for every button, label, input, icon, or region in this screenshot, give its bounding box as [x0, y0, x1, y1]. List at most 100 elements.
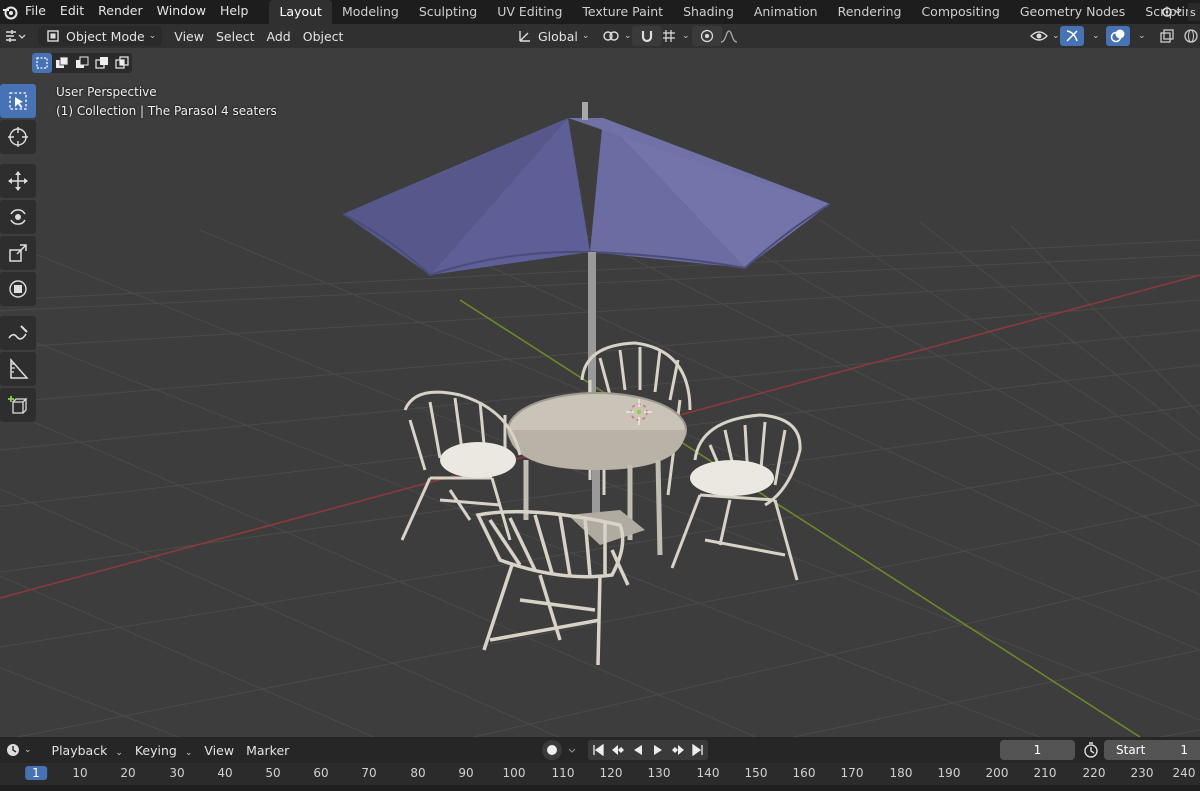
play-icon[interactable] — [648, 740, 668, 760]
prev-keyframe-icon[interactable] — [608, 740, 628, 760]
xray-icon — [1158, 27, 1176, 45]
chevron-down-icon: ⌄ — [148, 31, 157, 41]
ruler-tick: 160 — [792, 766, 816, 780]
cushion-left — [440, 442, 516, 478]
ruler-tick: 140 — [696, 766, 720, 780]
falloff-curve-icon — [720, 27, 738, 45]
menu-edit[interactable]: Edit — [53, 0, 91, 24]
scene-name-icon[interactable]: s — [1188, 3, 1200, 21]
tab-uv-editing[interactable]: UV Editing — [487, 0, 572, 24]
ruler-tick: 220 — [1082, 766, 1106, 780]
chevron-down-icon: ⌄ — [1052, 31, 1060, 41]
chevron-down-icon: ⌄ — [624, 31, 632, 41]
menu-add[interactable]: Add — [261, 26, 297, 46]
transform-icon[interactable] — [0, 272, 36, 306]
overlays-toggle[interactable] — [1106, 26, 1130, 46]
menu-window[interactable]: Window — [150, 0, 213, 24]
menu-file[interactable]: File — [18, 0, 53, 24]
chevron-down-icon: ⌄ — [1138, 31, 1146, 41]
chevron-down-icon: ⌄ — [184, 747, 193, 758]
select-intersect-icon[interactable] — [112, 53, 132, 73]
orientation-icon — [516, 27, 534, 45]
overlays-dropdown[interactable]: ⌄ — [1128, 26, 1152, 46]
ruler-tick: 100 — [502, 766, 526, 780]
pivot-icon — [602, 27, 620, 45]
snap-target-dropdown[interactable]: ⌄ — [654, 26, 696, 46]
frame-ruler[interactable]: 1 10 20 30 40 50 60 70 80 90 100 110 120… — [0, 763, 1200, 785]
next-keyframe-icon[interactable] — [668, 740, 688, 760]
chevron-down-icon: ⌄ — [115, 747, 123, 758]
menu-playback-label: Playback — [51, 742, 108, 758]
object-mode-dropdown[interactable]: Object Mode ⌄ — [38, 26, 163, 46]
ruler-tick: 20 — [120, 766, 136, 780]
ruler-tick: 70 — [361, 766, 377, 780]
tab-geometry-nodes[interactable]: Geometry Nodes — [1010, 0, 1135, 24]
select-box-icon[interactable] — [0, 84, 36, 118]
menu-marker[interactable]: Marker — [240, 743, 295, 758]
menu-help[interactable]: Help — [213, 0, 256, 24]
ruler-tick-current[interactable]: 1 — [25, 766, 47, 780]
gizmo-dropdown[interactable]: ⌄ — [1082, 26, 1106, 46]
rotate-icon[interactable] — [0, 200, 36, 234]
scene-selector-icon[interactable] — [1158, 3, 1188, 21]
chevron-down-icon: ⌄ — [24, 745, 32, 755]
cursor-icon[interactable] — [0, 120, 36, 154]
chevron-down-icon: ⌄ — [1092, 31, 1100, 41]
auto-keying-icon[interactable] — [542, 740, 562, 760]
preview-range-icon[interactable] — [1082, 741, 1100, 759]
select-subtract-icon[interactable] — [72, 53, 92, 73]
menu-object[interactable]: Object — [297, 26, 350, 46]
3d-viewport[interactable]: User Perspective (1) Collection | The Pa… — [0, 48, 1200, 737]
ruler-tick: 60 — [313, 766, 329, 780]
shading-wireframe-button[interactable] — [1176, 26, 1200, 46]
ruler-tick: 110 — [551, 766, 575, 780]
annotate-icon[interactable] — [0, 316, 36, 350]
move-icon[interactable] — [0, 164, 36, 198]
ruler-tick: 40 — [217, 766, 233, 780]
menu-view[interactable]: View — [168, 26, 210, 46]
selection-mode-group — [32, 53, 132, 73]
gizmo-toggle[interactable] — [1060, 26, 1084, 46]
tab-compositing[interactable]: Compositing — [911, 0, 1009, 24]
menu-select[interactable]: Select — [210, 26, 261, 46]
parasol-canopy — [342, 102, 831, 277]
tab-layout[interactable]: Layout — [269, 0, 332, 24]
select-new-icon[interactable] — [32, 53, 52, 73]
tab-sculpting[interactable]: Sculpting — [409, 0, 487, 24]
current-frame-field[interactable]: 1 — [1000, 740, 1075, 760]
scene-canvas[interactable] — [0, 48, 1200, 737]
object-mode-label: Object Mode — [66, 28, 145, 44]
jump-end-icon[interactable] — [688, 740, 708, 760]
measure-icon[interactable] — [0, 352, 36, 386]
playback-controls — [588, 740, 708, 760]
menu-timeline-view[interactable]: View — [198, 743, 240, 758]
menu-keying[interactable]: Keying ⌄ — [129, 743, 199, 758]
scale-icon[interactable] — [0, 236, 36, 270]
menu-playback[interactable]: Playback ⌄ — [46, 743, 129, 758]
jump-start-icon[interactable] — [588, 740, 608, 760]
play-reverse-icon[interactable] — [628, 740, 648, 760]
svg-text:s: s — [1190, 6, 1196, 19]
keying-set-icon[interactable] — [562, 740, 582, 760]
transform-orientation-dropdown[interactable]: Global ⌄ — [510, 26, 595, 46]
tab-texture-paint[interactable]: Texture Paint — [572, 0, 673, 24]
add-cube-icon[interactable] — [0, 388, 36, 422]
falloff-dropdown[interactable] — [714, 26, 744, 46]
select-extend-icon[interactable] — [52, 53, 72, 73]
timeline-editor-type[interactable]: ⌄ — [0, 743, 38, 757]
ruler-tick: 10 — [72, 766, 88, 780]
menu-render[interactable]: Render — [91, 0, 150, 24]
ruler-tick: 50 — [265, 766, 281, 780]
ruler-tick: 200 — [985, 766, 1009, 780]
blender-logo-icon[interactable] — [2, 2, 18, 22]
select-invert-icon[interactable] — [92, 53, 112, 73]
ruler-tick: 90 — [458, 766, 474, 780]
tab-shading[interactable]: Shading — [673, 0, 744, 24]
tab-animation[interactable]: Animation — [744, 0, 828, 24]
start-frame-field[interactable]: Start 1 — [1104, 740, 1200, 760]
tab-rendering[interactable]: Rendering — [828, 0, 912, 24]
wireframe-sphere-icon — [1182, 27, 1200, 45]
ruler-tick: 130 — [647, 766, 671, 780]
tab-modeling[interactable]: Modeling — [332, 0, 409, 24]
editor-type-button[interactable] — [0, 26, 32, 46]
